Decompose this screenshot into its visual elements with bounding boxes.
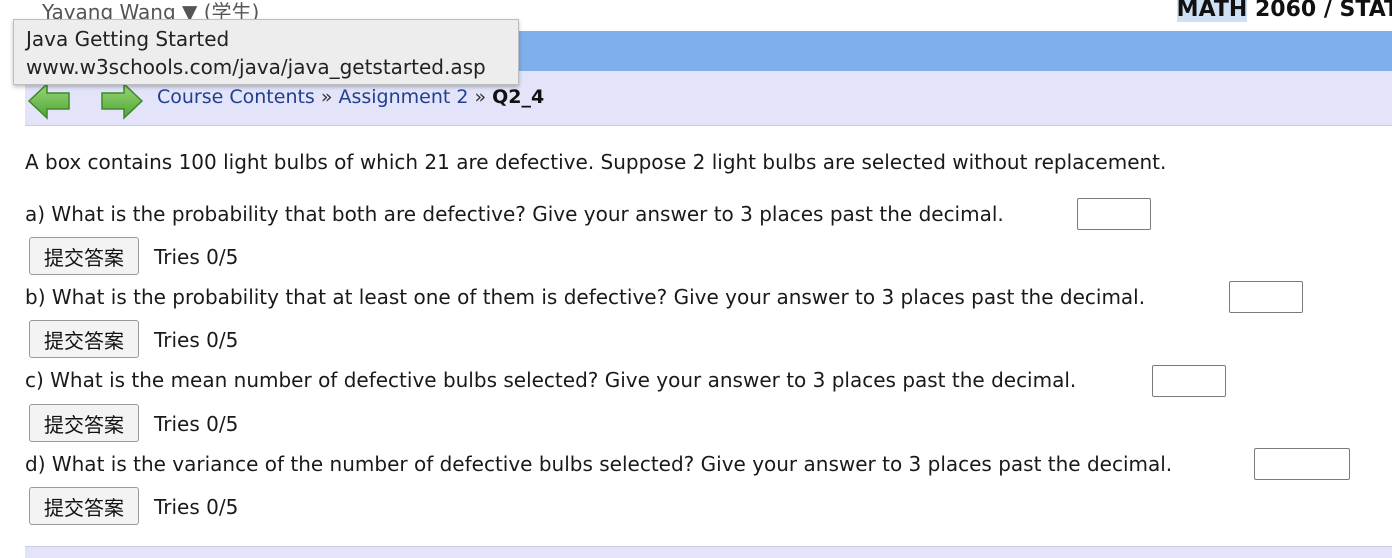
tooltip-url: www.w3schools.com/java/java_getstarted.a…	[26, 55, 486, 79]
part-b-question: b) What is the probability that at least…	[25, 285, 1146, 309]
course-title: MATH 2060 / STAT 2	[1176, 0, 1392, 22]
part-d-question: d) What is the variance of the number of…	[25, 452, 1173, 476]
breadcrumb-link-course-contents[interactable]: Course Contents	[157, 86, 315, 108]
link-tooltip: Java Getting Started www.w3schools.com/j…	[13, 19, 519, 85]
part-d-answer-input[interactable]	[1254, 448, 1350, 480]
forward-arrow-icon[interactable]	[100, 82, 144, 120]
part-b-submit-button[interactable]: 提交答案	[29, 320, 139, 358]
breadcrumb-separator: »	[320, 86, 333, 108]
tooltip-title: Java Getting Started	[26, 27, 230, 51]
part-a-question: a) What is the probability that both are…	[25, 202, 1004, 226]
part-b-answer-input[interactable]	[1229, 281, 1303, 313]
part-c-submit-button[interactable]: 提交答案	[29, 404, 139, 442]
part-a-tries: Tries 0/5	[154, 245, 239, 269]
question-intro: A box contains 100 light bulbs of which …	[25, 150, 1167, 174]
part-d-tries: Tries 0/5	[154, 495, 239, 519]
part-c-tries: Tries 0/5	[154, 412, 239, 436]
breadcrumb-link-assignment[interactable]: Assignment 2	[338, 86, 468, 108]
part-a-answer-input[interactable]	[1077, 198, 1151, 230]
part-b-tries: Tries 0/5	[154, 328, 239, 352]
page: Yayang Wang ▼ (学生) MATH 2060 / STAT 2 Co…	[0, 0, 1392, 558]
part-a-submit-button[interactable]: 提交答案	[29, 237, 139, 275]
back-arrow-icon[interactable]	[27, 82, 71, 120]
part-c-answer-input[interactable]	[1152, 365, 1226, 397]
breadcrumb-separator: »	[474, 86, 487, 108]
breadcrumb-current: Q2_4	[492, 86, 545, 108]
part-c-question: c) What is the mean number of defective …	[25, 368, 1077, 392]
course-title-highlight: MATH	[1176, 0, 1248, 22]
breadcrumb: Course Contents» Assignment 2» Q2_4	[157, 86, 544, 108]
part-d-submit-button[interactable]: 提交答案	[29, 487, 139, 525]
course-title-rest: 2060 / STAT 2	[1254, 0, 1392, 22]
bottom-nav-bar	[25, 546, 1392, 558]
